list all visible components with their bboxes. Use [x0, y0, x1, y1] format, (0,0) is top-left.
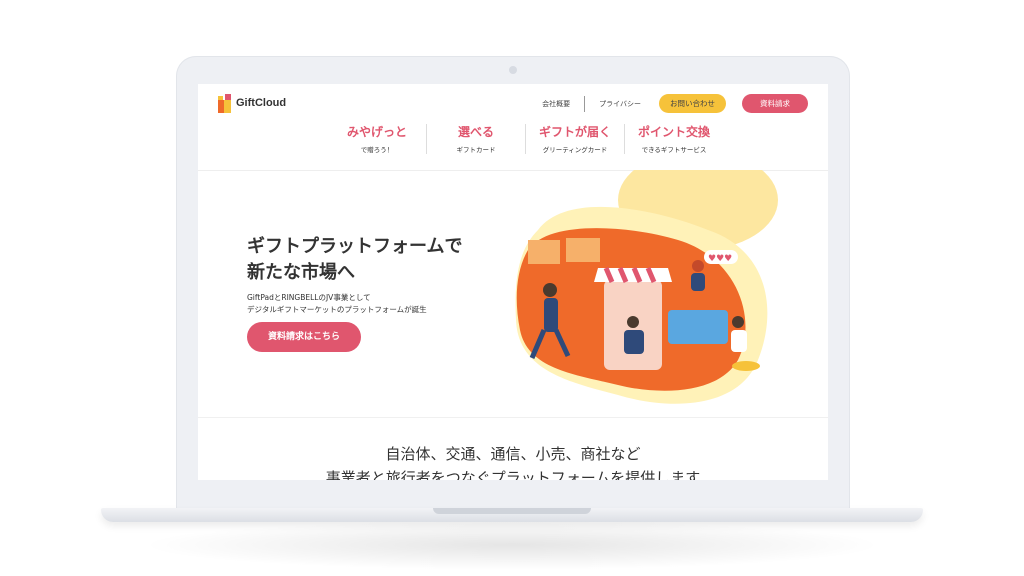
- utility-nav: 会社概要 プライバシー お問い合わせ 資料請求: [528, 94, 808, 113]
- tagline-line: 事業者と旅行者をつなぐプラットフォームを提供します: [325, 469, 701, 480]
- main-nav: みやげっと で贈ろう！ 選べる ギフトカード ギフトが届く グリーティングカード…: [328, 124, 723, 154]
- person-phone: [691, 273, 705, 291]
- nav-item-greeting-card[interactable]: ギフトが届く グリーティングカード: [525, 124, 624, 154]
- tagline-line: 自治体、交通、通信、小売、商社など: [385, 445, 641, 463]
- hero-cta-button[interactable]: 資料請求はこちら: [247, 322, 361, 352]
- hero-illustration: ♥♥♥: [515, 170, 778, 404]
- nav-title: みやげっと: [346, 125, 407, 139]
- laptop-shadow: [140, 520, 884, 570]
- contact-button[interactable]: お問い合わせ: [659, 94, 726, 113]
- laptop-notch: [433, 508, 591, 514]
- coupon-card-icon: [528, 240, 560, 264]
- logo-text: GiftCloud: [236, 97, 287, 109]
- nav-title: ギフトが届く: [538, 125, 611, 139]
- site-logo[interactable]: GiftCloud: [216, 92, 286, 114]
- nav-item-miyaget[interactable]: みやげっと で贈ろう！: [328, 124, 426, 154]
- person-shopper: [544, 298, 558, 332]
- hero-title-line: 新たな市場へ: [247, 262, 355, 283]
- person-head: [692, 260, 704, 272]
- hearts-icon: ♥♥♥: [708, 254, 732, 264]
- credit-card-icon: [668, 310, 728, 344]
- coin-stack-icon: [732, 361, 760, 371]
- nav-item-giftcard[interactable]: 選べる ギフトカード: [426, 124, 525, 154]
- nav-subtitle: できるギフトサービス: [641, 146, 707, 154]
- gift-box-icon: [218, 94, 231, 113]
- person-head: [627, 316, 639, 328]
- nav-subtitle: ギフトカード: [456, 146, 496, 154]
- section-tagline: 自治体、交通、通信、小売、商社など 事業者と旅行者をつなぐプラットフォームを提供…: [198, 442, 828, 480]
- section-divider: [198, 417, 828, 418]
- nav-title: 選べる: [457, 125, 494, 139]
- hero-description: GiftPadとRINGBELLのJV事業として デジタルギフトマーケットのプラ…: [247, 292, 507, 316]
- person-sitting: [731, 330, 747, 352]
- hero-desc-line: GiftPadとRINGBELLのJV事業として: [247, 293, 371, 302]
- company-link[interactable]: 会社概要: [528, 99, 584, 109]
- hero-title-line: ギフトプラットフォームで: [247, 236, 463, 257]
- person-head: [732, 316, 744, 328]
- hero-desc-line: デジタルギフトマーケットのプラットフォームが誕生: [247, 305, 427, 314]
- coupon-card-icon: [566, 238, 600, 262]
- nav-subtitle: で贈ろう！: [360, 146, 394, 154]
- request-docs-button[interactable]: 資料請求: [742, 94, 808, 113]
- nav-item-point-exchange[interactable]: ポイント交換 できるギフトサービス: [624, 124, 723, 154]
- hero-title: ギフトプラットフォームで 新たな市場へ: [247, 234, 507, 286]
- person-laptop: [624, 330, 644, 354]
- privacy-link[interactable]: プライバシー: [585, 99, 655, 109]
- camera-icon: [509, 66, 517, 74]
- person-head: [543, 283, 557, 297]
- nav-subtitle: グリーティングカード: [542, 146, 608, 154]
- website-screen: GiftCloud 会社概要 プライバシー お問い合わせ 資料請求 みやげっと …: [198, 84, 828, 480]
- nav-title: ポイント交換: [637, 125, 710, 139]
